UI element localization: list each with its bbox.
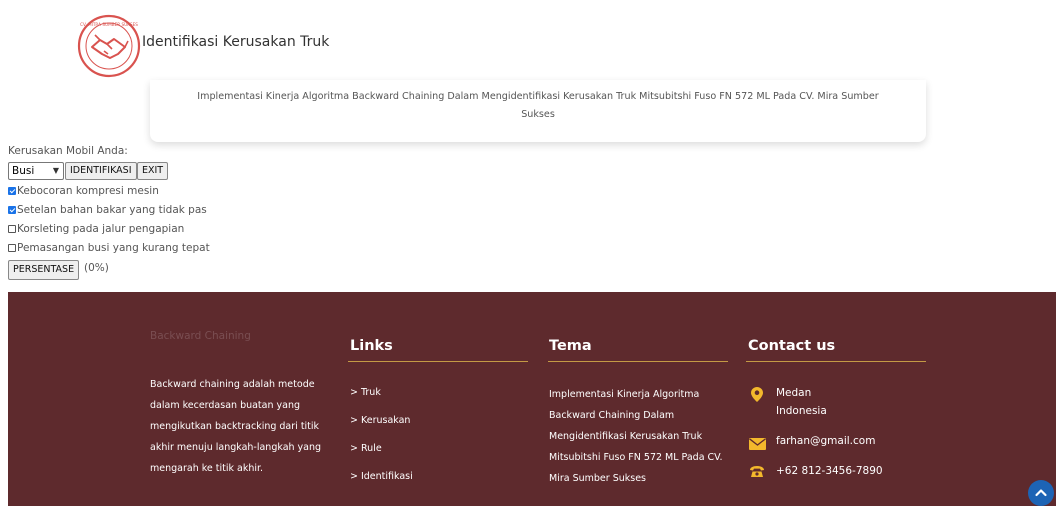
checkbox-checked[interactable] — [8, 187, 16, 195]
tema-divider — [548, 361, 728, 362]
brand-title[interactable]: Identifikasi Kerusakan Truk — [142, 34, 329, 50]
identify-button[interactable]: IDENTIFIKASI — [65, 162, 137, 180]
checkbox-unchecked[interactable] — [8, 225, 16, 233]
envelope-icon — [749, 438, 766, 450]
location-pin-icon — [751, 387, 763, 402]
damage-select[interactable]: Busi ▼ — [8, 162, 64, 180]
contact-phone: +62 812-3456-7890 — [776, 465, 883, 477]
footer-link-truk[interactable]: > Truk — [350, 387, 381, 398]
footer-link-rule[interactable]: > Rule — [350, 443, 382, 454]
title-banner: Implementasi Kinerja Algoritma Backward … — [150, 80, 926, 142]
footer: Backward Chaining Backward chaining adal… — [8, 292, 1056, 506]
links-divider — [348, 361, 528, 362]
contact-email[interactable]: farhan@gmail.com — [776, 435, 875, 447]
select-value: Busi — [12, 165, 35, 177]
banner-text: Implementasi Kinerja Algoritma Backward … — [197, 91, 879, 120]
symptom-option[interactable]: Korsleting pada jalur pengapian — [8, 222, 184, 236]
symptom-option[interactable]: Kebocoran kompresi mesin — [8, 184, 159, 198]
about-title: Backward Chaining — [150, 330, 251, 342]
footer-link-kerusakan[interactable]: > Kerusakan — [350, 415, 410, 426]
chevron-down-icon: ▼ — [52, 166, 59, 175]
chevron-up-icon — [1035, 489, 1047, 497]
tema-text: Implementasi Kinerja Algoritma Backward … — [549, 389, 723, 484]
symptom-label: Korsleting pada jalur pengapian — [17, 223, 185, 235]
logo-ring-text: CV. MITRA SUMBER SUKSES — [80, 22, 138, 27]
contact-country: Indonesia — [776, 405, 827, 417]
checkbox-unchecked[interactable] — [8, 244, 16, 252]
company-logo: CV. MITRA SUMBER SUKSES — [76, 13, 142, 79]
damage-label: Kerusakan Mobil Anda: — [8, 145, 128, 157]
about-text: Backward chaining adalah metode dalam ke… — [150, 379, 322, 474]
contact-city: Medan — [776, 387, 812, 399]
symptom-label: Kebocoran kompresi mesin — [17, 185, 159, 197]
phone-icon — [750, 466, 764, 477]
exit-button[interactable]: EXIT — [137, 162, 169, 180]
symptom-label: Setelan bahan bakar yang tidak pas — [17, 204, 207, 216]
scroll-to-top-button[interactable] — [1028, 480, 1054, 506]
symptom-option[interactable]: Setelan bahan bakar yang tidak pas — [8, 203, 207, 217]
contact-heading: Contact us — [748, 338, 836, 354]
handshake-logo-icon: CV. MITRA SUMBER SUKSES — [77, 14, 141, 78]
tema-heading: Tema — [549, 338, 592, 354]
links-heading: Links — [350, 338, 393, 354]
symptom-option[interactable]: Pemasangan busi yang kurang tepat — [8, 241, 210, 255]
contact-divider — [746, 361, 926, 362]
checkbox-checked[interactable] — [8, 206, 16, 214]
percent-value: (0%) — [84, 262, 109, 274]
percent-button[interactable]: PERSENTASE — [8, 260, 80, 280]
footer-link-identifikasi[interactable]: > Identifikasi — [350, 471, 413, 482]
symptom-label: Pemasangan busi yang kurang tepat — [17, 242, 210, 254]
